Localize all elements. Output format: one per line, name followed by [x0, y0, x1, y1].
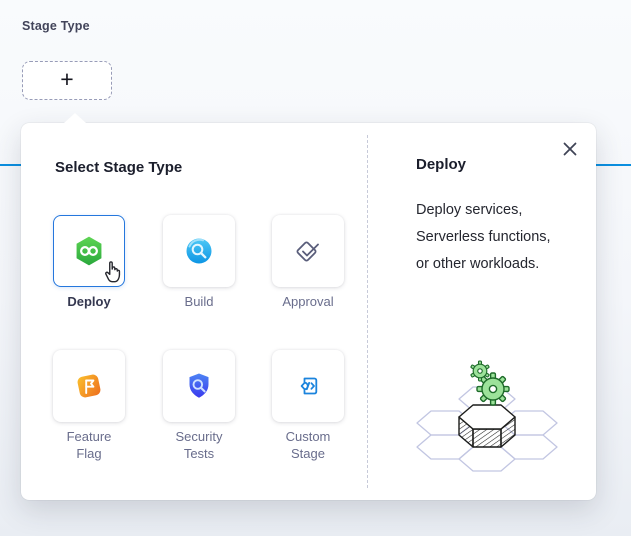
add-stage-button[interactable]: + [22, 61, 112, 100]
popover-divider [367, 135, 368, 488]
stage-type-label: Stage Type [22, 19, 90, 33]
popover-caret [64, 113, 86, 123]
select-stage-popover: Select Stage Type [21, 123, 596, 500]
plus-icon: + [60, 68, 73, 91]
stage-tile-build[interactable] [163, 215, 235, 287]
tile-label-deploy[interactable]: Deploy [39, 293, 139, 310]
tile-label-feature-flag[interactable]: Feature Flag [54, 428, 124, 462]
close-button[interactable] [557, 136, 583, 162]
custom-stage-icon [292, 370, 324, 402]
tile-label-approval[interactable]: Approval [258, 293, 358, 310]
popover-title: Select Stage Type [55, 159, 182, 176]
stage-tile-approval[interactable] [272, 215, 344, 287]
feature-flag-icon [73, 370, 105, 402]
security-tests-icon [183, 370, 215, 402]
detail-title: Deploy [416, 156, 466, 173]
deploy-icon [72, 234, 106, 268]
deploy-illustration [399, 349, 579, 489]
tile-label-custom-stage[interactable]: Custom Stage [273, 428, 343, 462]
close-icon [562, 141, 578, 157]
stage-tile-security-tests[interactable] [163, 350, 235, 422]
tile-label-security-tests[interactable]: Security Tests [164, 428, 234, 462]
build-icon [183, 235, 215, 267]
detail-description: Deploy services, Serverless functions, o… [416, 197, 591, 278]
stage-tile-custom-stage[interactable] [272, 350, 344, 422]
stage-tile-feature-flag[interactable] [53, 350, 125, 422]
approval-icon [292, 235, 324, 267]
stage-tile-deploy[interactable] [53, 215, 125, 287]
tile-label-build[interactable]: Build [149, 293, 249, 310]
